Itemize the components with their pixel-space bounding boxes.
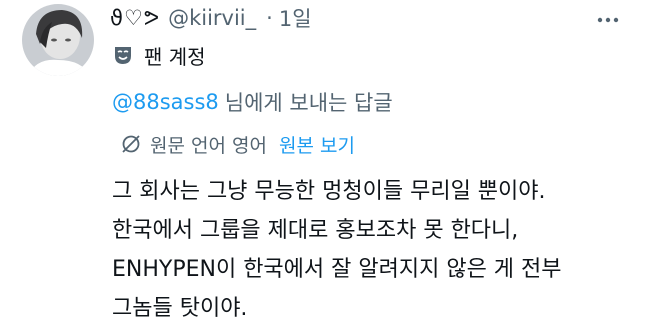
display-name[interactable]: ϑ♡ᕗ	[110, 6, 160, 30]
translation-source-label: 원문 언어 영어	[150, 134, 267, 157]
reply-mention-link[interactable]: @88sass8	[112, 90, 219, 114]
mask-icon	[112, 44, 134, 66]
tweet: ϑ♡ᕗ @kiirvii_ · 1일 팬 계정 @88sass8 님에게 보내는…	[0, 0, 648, 332]
fan-account-label: 팬 계정	[112, 40, 206, 70]
tweet-text: 그 회사는 그냥 무능한 멍청이들 무리일 뿐이야. 한국에서 그룹을 제대로 …	[112, 172, 642, 328]
timestamp[interactable]: 1일	[279, 3, 312, 33]
translation-bar: 원문 언어 영어 원본 보기	[120, 128, 355, 160]
avatar[interactable]	[22, 4, 94, 76]
tweet-header: ϑ♡ᕗ @kiirvii_ · 1일	[110, 2, 312, 34]
tweet-text-line: 한국에서 그룹을 제대로 홍보조차 못 한다니,	[112, 218, 519, 243]
tweet-text-line: 그놈들 탓이야.	[112, 296, 248, 321]
more-options-button[interactable]	[596, 8, 620, 32]
more-dots-icon	[597, 17, 619, 23]
translate-icon	[120, 133, 142, 155]
reply-context: @88sass8 님에게 보내는 답글	[112, 86, 393, 118]
separator-dot: ·	[266, 6, 273, 30]
tweet-text-line: 그 회사는 그냥 무능한 멍청이들 무리일 뿐이야.	[112, 179, 546, 204]
user-handle[interactable]: @kiirvii_	[168, 6, 256, 30]
fan-account-text: 팬 계정	[144, 44, 206, 69]
tweet-text-line: ENHYPEN이 한국에서 잘 알려지지 않은 게 전부	[112, 257, 562, 282]
show-original-link[interactable]: 원본 보기	[279, 131, 355, 158]
reply-suffix-text: 님에게 보내는 답글	[224, 91, 393, 115]
